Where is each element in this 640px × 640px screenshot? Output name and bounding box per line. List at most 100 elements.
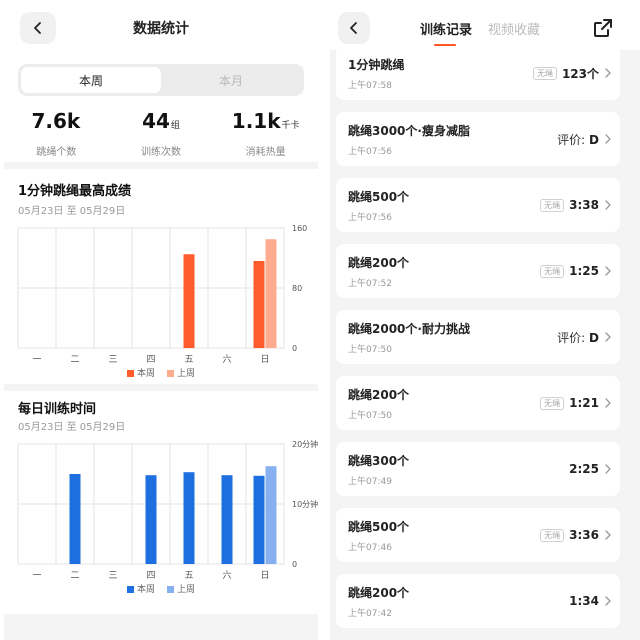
x-tick-label: 一	[32, 571, 41, 581]
record-value-text: 1:25	[569, 264, 599, 278]
segment-this-week[interactable]: 本周	[21, 67, 161, 93]
record-card[interactable]: 跳绳500个上午07:56 无绳 3:38	[336, 178, 620, 232]
chart-best-score: 0 80 160 一 二 三 四 五 六 日	[17, 220, 318, 380]
tab-training-records[interactable]: 训练记录	[420, 19, 472, 38]
record-time: 上午07:56	[348, 213, 392, 223]
record-value: 1:21	[569, 396, 599, 410]
no-rope-tag: 无绳	[540, 528, 565, 542]
chevron-right-icon	[605, 332, 611, 342]
stat-unit: 千卡	[281, 121, 300, 131]
chart1-legend: 本周 上周	[4, 366, 318, 379]
bottom-divider	[4, 614, 318, 640]
stat-label: 跳绳个数	[36, 147, 77, 158]
no-rope-tag: 无绳	[540, 264, 565, 278]
chart1-date-range: 05月23日 至 05月29日	[18, 206, 126, 217]
no-rope-tag: 无绳	[540, 198, 565, 212]
chart1-title: 1分钟跳绳最高成绩	[18, 184, 132, 199]
stat-unit: 组	[170, 121, 180, 131]
bar-last-week	[265, 239, 277, 348]
record-value: 2:25	[569, 462, 599, 476]
record-card[interactable]: 跳绳3000个·瘦身减脂 上午07:56 评价: D	[336, 112, 620, 166]
stats-panel: 数据统计 本周 本月 7.6k 跳绳个数 44组 训练次数 1.1k千卡 消耗热…	[4, 0, 318, 640]
record-card[interactable]: 跳绳2000个·耐力挑战 上午07:50 评价: D	[336, 310, 620, 364]
record-card[interactable]: 跳绳300个 上午07:49 2:25	[336, 442, 620, 496]
period-segmented-control: 本周 本月	[18, 64, 304, 96]
chart2-title: 每日训练时间	[18, 402, 97, 417]
bar-this-week	[145, 475, 157, 564]
chart-daily-time: 0 10分钟 20分钟一 二 三 四 五 六 日	[17, 436, 318, 596]
x-tick-label: 五	[184, 571, 193, 581]
chart2-legend: 本周 上周	[4, 582, 318, 595]
no-rope-tag: 无绳	[540, 396, 565, 410]
segment-this-month[interactable]: 本月	[161, 67, 301, 93]
legend-this-week: 本周	[126, 582, 155, 595]
record-value: 1:34	[569, 594, 599, 608]
bar-this-week	[183, 254, 195, 348]
stat-jump-count: 7.6k 跳绳个数	[4, 108, 109, 158]
bar-this-week	[253, 475, 265, 564]
record-value: 3:38	[569, 198, 599, 212]
record-value-text: 1:21	[569, 396, 599, 410]
legend-this-week: 本周	[126, 366, 155, 379]
record-result: 无绳 1:21	[540, 376, 612, 430]
record-value: 1:25	[569, 264, 599, 278]
chart2-date-range: 05月23日 至 05月29日	[18, 422, 126, 433]
record-value-text: D	[589, 132, 599, 147]
record-value: 评价: D	[557, 131, 599, 148]
x-tick-label: 三	[108, 571, 117, 581]
x-tick-label: 六	[222, 569, 231, 581]
records-panel: 训练记录 视频收藏 1分钟跳绳 上午07:58 无绳 123个 跳绳3000个·瘦身减脂…	[330, 0, 640, 640]
summary-stats: 7.6k 跳绳个数 44组 训练次数 1.1k千卡 消耗热量	[4, 108, 318, 158]
x-tick-label: 一	[32, 355, 41, 365]
stat-calories: 1.1k千卡 消耗热量	[213, 108, 318, 158]
y-tick-label: 160	[292, 224, 307, 233]
stat-label: 消耗热量	[245, 147, 286, 158]
record-name: 1分钟跳绳	[348, 58, 405, 72]
chevron-right-icon	[605, 200, 611, 210]
record-time: 上午07:49	[348, 477, 392, 487]
record-time: 上午07:50	[348, 411, 392, 421]
legend-last-week: 上周	[167, 582, 195, 595]
chevron-left-icon	[350, 22, 357, 34]
record-card[interactable]: 跳绳200个 上午07:42 1:34	[336, 574, 620, 628]
record-card[interactable]: 跳绳500个 上午07:46 无绳 3:36	[336, 508, 620, 562]
share-icon[interactable]	[592, 17, 614, 39]
chevron-right-icon	[605, 398, 611, 408]
x-tick-label: 三	[108, 355, 117, 365]
y-tick-label: 0	[292, 344, 297, 353]
bar-this-week	[69, 474, 81, 564]
record-value-prefix: 评价:	[557, 132, 590, 147]
record-value-text: 1:34	[569, 594, 599, 608]
records-header: 训练记录 视频收藏	[330, 0, 640, 50]
bar-last-week	[265, 466, 277, 564]
record-name: 跳绳200个	[348, 388, 410, 402]
record-card[interactable]: 跳绳200个上午07:50 无绳 1:21	[336, 376, 620, 430]
record-name: 跳绳500个	[348, 190, 410, 204]
chevron-right-icon	[605, 266, 611, 276]
record-time: 上午07:58	[348, 81, 392, 91]
back-button[interactable]	[338, 12, 370, 44]
x-tick-label: 五	[184, 355, 193, 365]
section-divider	[4, 384, 318, 391]
record-name: 跳绳2000个·耐力挑战	[348, 322, 470, 336]
record-card[interactable]: 跳绳200个 上午07:52 无绳 1:25	[336, 244, 620, 298]
bar-this-week	[183, 472, 195, 564]
bar-chart-best-score: 0 80 160 一 二 三 四 五 六 日	[17, 224, 307, 365]
chevron-right-icon	[605, 596, 611, 606]
record-value-text: 3:38	[569, 198, 599, 212]
record-value-text: 123个	[561, 66, 599, 81]
x-tick-label: 日	[260, 354, 269, 365]
legend-last-week: 上周	[167, 366, 195, 379]
chevron-right-icon	[605, 134, 611, 144]
record-time: 上午07:52	[348, 279, 392, 289]
record-result: 无绳 1:25	[540, 244, 612, 298]
record-result: 2:25	[569, 442, 612, 496]
record-result: 评价: D	[557, 310, 612, 364]
stat-label: 训练次数	[141, 147, 181, 158]
record-value-text: 2:25	[569, 462, 599, 476]
record-result: 无绳 123个	[532, 46, 612, 100]
x-tick-label: 二	[70, 571, 79, 581]
record-card[interactable]: 1分钟跳绳上午07:58 无绳 123个	[336, 46, 620, 100]
tab-video-favorites[interactable]: 视频收藏	[488, 19, 540, 38]
stat-value: 44	[142, 109, 170, 133]
